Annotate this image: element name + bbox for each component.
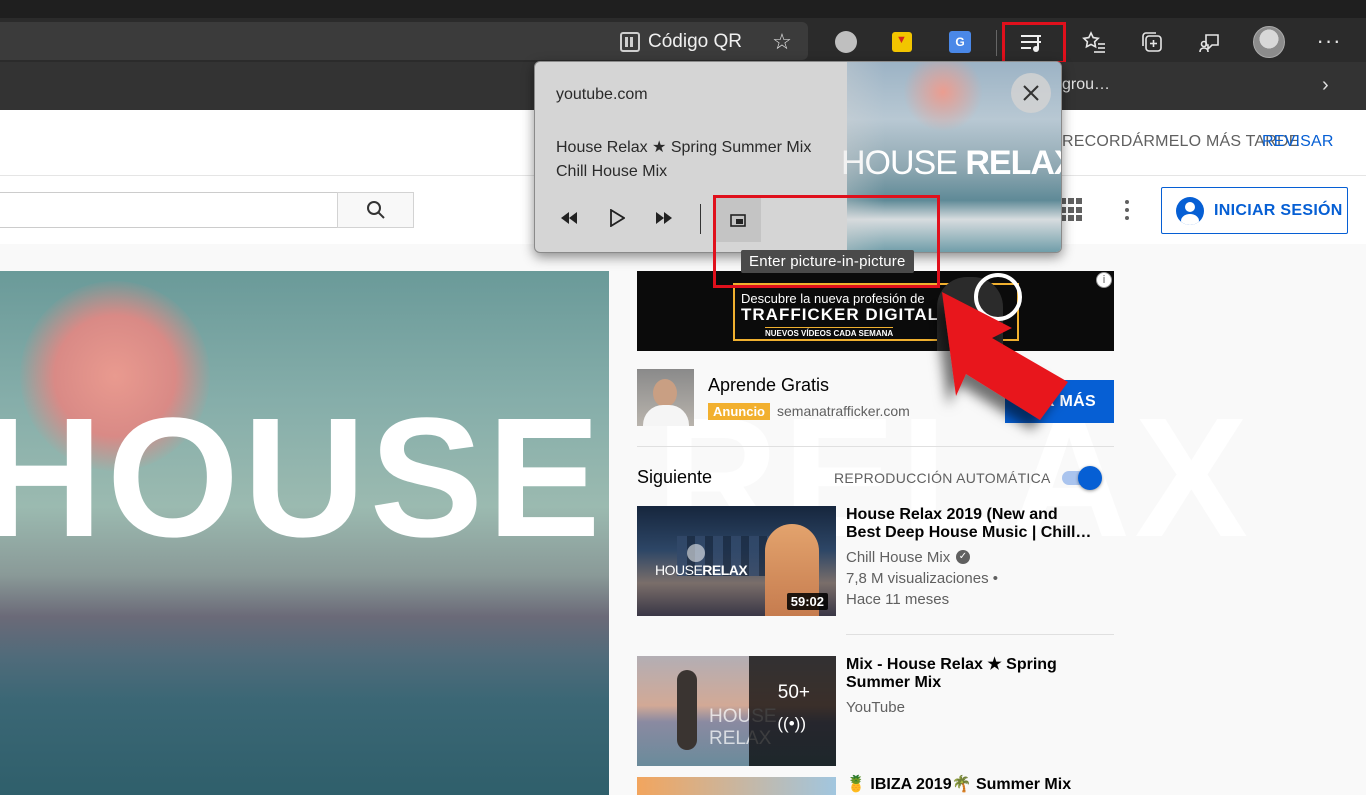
video-duration: 59:02 xyxy=(786,593,828,610)
ad-domain: semanatrafficker.com xyxy=(777,403,910,419)
search-icon xyxy=(366,201,385,219)
ad-info-icon[interactable]: i xyxy=(1096,272,1112,288)
thumbnail-text: HOUSERELAX xyxy=(655,562,748,578)
divider xyxy=(846,634,1114,635)
thumbnail-person-art xyxy=(677,670,697,750)
favorites-icon[interactable] xyxy=(1080,28,1108,56)
ad-banner-line3: NUEVOS VÍDEOS CADA SEMANA xyxy=(765,327,894,338)
sign-in-button[interactable]: INICIAR SESIÓN xyxy=(1161,187,1348,234)
divider xyxy=(637,446,1114,447)
autoplay-toggle[interactable] xyxy=(1062,466,1102,490)
toolbar-divider xyxy=(996,30,997,56)
autoplay-label: REPRODUCCIÓN AUTOMÁTICA xyxy=(834,470,1051,486)
search-button[interactable] xyxy=(337,192,414,228)
recommendation-channel[interactable]: YouTube xyxy=(846,699,905,716)
fast-forward-button[interactable] xyxy=(646,200,682,236)
media-artist: Chill House Mix xyxy=(556,163,668,180)
controls-divider xyxy=(700,204,701,234)
play-button[interactable] xyxy=(599,200,635,236)
advertiser-name[interactable]: Aprende Gratis xyxy=(708,375,829,396)
google-translate-icon[interactable]: G xyxy=(946,28,974,56)
qr-code-button[interactable]: Código QR xyxy=(620,30,742,54)
favorites-overflow-chevron-icon[interactable]: › xyxy=(1322,74,1329,97)
mix-overlay xyxy=(749,656,836,766)
collections-icon[interactable] xyxy=(1138,28,1166,56)
more-menu-button[interactable]: ··· xyxy=(1314,28,1344,56)
mix-thumbnail[interactable]: HOUSE RELAX 50+ ((•)) xyxy=(637,656,836,766)
window-top-strip xyxy=(0,0,1366,18)
qr-code-label: Código QR xyxy=(648,31,742,52)
playlist-music-icon xyxy=(1021,33,1045,53)
favorites-bar-item[interactable]: grou… xyxy=(1062,76,1110,94)
ad-badge: Anuncio xyxy=(708,403,770,420)
mix-count: 50+ xyxy=(777,682,810,703)
feedback-icon[interactable] xyxy=(1196,28,1224,56)
play-icon xyxy=(610,209,625,227)
fast-forward-icon xyxy=(656,212,672,224)
mix-radio-icon: ((•)) xyxy=(777,714,806,733)
yellow-download-extension-icon[interactable] xyxy=(888,28,916,56)
global-media-controls-button[interactable] xyxy=(1002,22,1066,64)
review-button[interactable]: REVISAR xyxy=(1262,133,1334,151)
ad-banner-line1: Descubre la nueva profesión de xyxy=(741,291,925,306)
profile-avatar[interactable] xyxy=(1253,26,1285,58)
red-pointer-arrow-icon xyxy=(942,292,1068,420)
recommendation-age: Hace 11 meses xyxy=(846,591,950,608)
settings-more-icon[interactable] xyxy=(1117,198,1137,222)
downloader-extension-icon[interactable] xyxy=(832,28,860,56)
channel-watermark-icon xyxy=(687,544,705,562)
account-icon xyxy=(1176,196,1204,225)
qr-code-icon xyxy=(620,32,640,52)
up-next-heading: Siguiente xyxy=(637,467,713,487)
rewind-button[interactable] xyxy=(551,200,587,236)
recommendation-title[interactable]: House Relax 2019 (New and Best Deep Hous… xyxy=(846,506,1096,542)
recommendation-channel[interactable]: Chill House Mix xyxy=(846,549,950,566)
pip-tooltip: Enter picture-in-picture xyxy=(741,250,914,273)
toggle-knob xyxy=(1078,466,1102,490)
close-icon xyxy=(1023,85,1039,101)
favorite-star-icon[interactable]: ☆ xyxy=(768,28,796,56)
media-source-site: youtube.com xyxy=(556,86,648,103)
apps-grid-icon[interactable] xyxy=(1060,198,1084,222)
media-title: House Relax ★ Spring Summer Mix xyxy=(556,139,812,156)
rewind-icon xyxy=(561,212,577,224)
sign-in-label: INICIAR SESIÓN xyxy=(1214,201,1343,219)
artwork-sun-glow xyxy=(903,62,983,132)
recommendation-thumbnail[interactable] xyxy=(637,777,836,795)
recommendation-title[interactable]: Mix - House Relax ★ Spring Summer Mix xyxy=(846,656,1096,692)
recommendation-thumbnail[interactable]: HOUSERELAX 59:02 xyxy=(637,506,836,616)
recommendation-views: 7,8 M visualizaciones • xyxy=(846,570,998,587)
recommendation-title[interactable]: 🍍 IBIZA 2019🌴 Summer Mix xyxy=(846,776,1096,794)
advertiser-avatar[interactable] xyxy=(637,369,694,426)
verified-check-icon: ✓ xyxy=(956,550,970,564)
close-popup-button[interactable] xyxy=(1011,73,1051,113)
search-input[interactable] xyxy=(0,192,338,228)
pip-highlight-box xyxy=(713,195,940,288)
